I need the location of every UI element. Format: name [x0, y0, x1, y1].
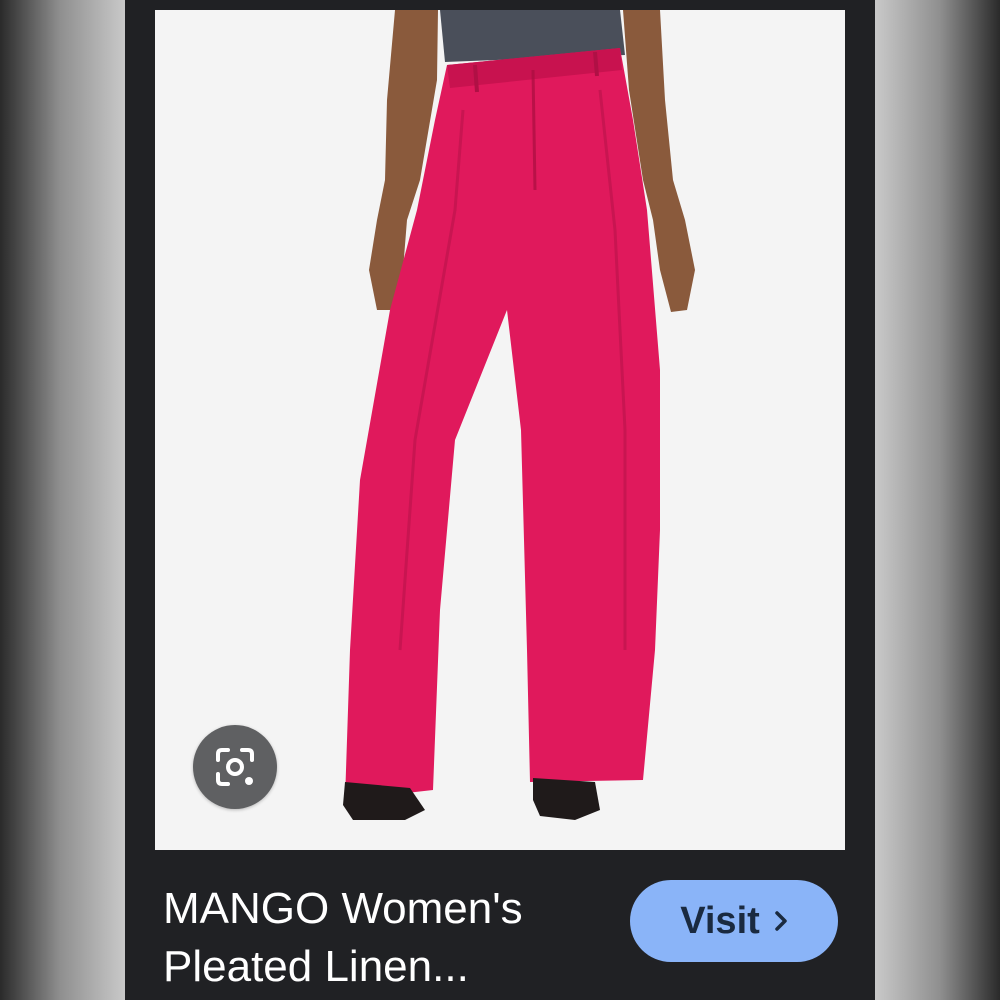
- product-image[interactable]: [155, 10, 845, 850]
- search-result-card: MANGO Women's Pleated Linen... Visit: [125, 0, 875, 1000]
- result-info-bar: MANGO Women's Pleated Linen... Visit: [125, 850, 875, 1000]
- product-photo: [155, 10, 845, 850]
- chevron-right-icon: [774, 910, 788, 932]
- google-lens-icon: [216, 748, 254, 786]
- google-lens-button[interactable]: [193, 725, 277, 809]
- product-title-link[interactable]: MANGO Women's Pleated Linen...: [163, 880, 593, 996]
- visit-button[interactable]: Visit: [630, 880, 838, 962]
- right-shoe: [533, 778, 600, 820]
- visit-button-label: Visit: [680, 899, 760, 942]
